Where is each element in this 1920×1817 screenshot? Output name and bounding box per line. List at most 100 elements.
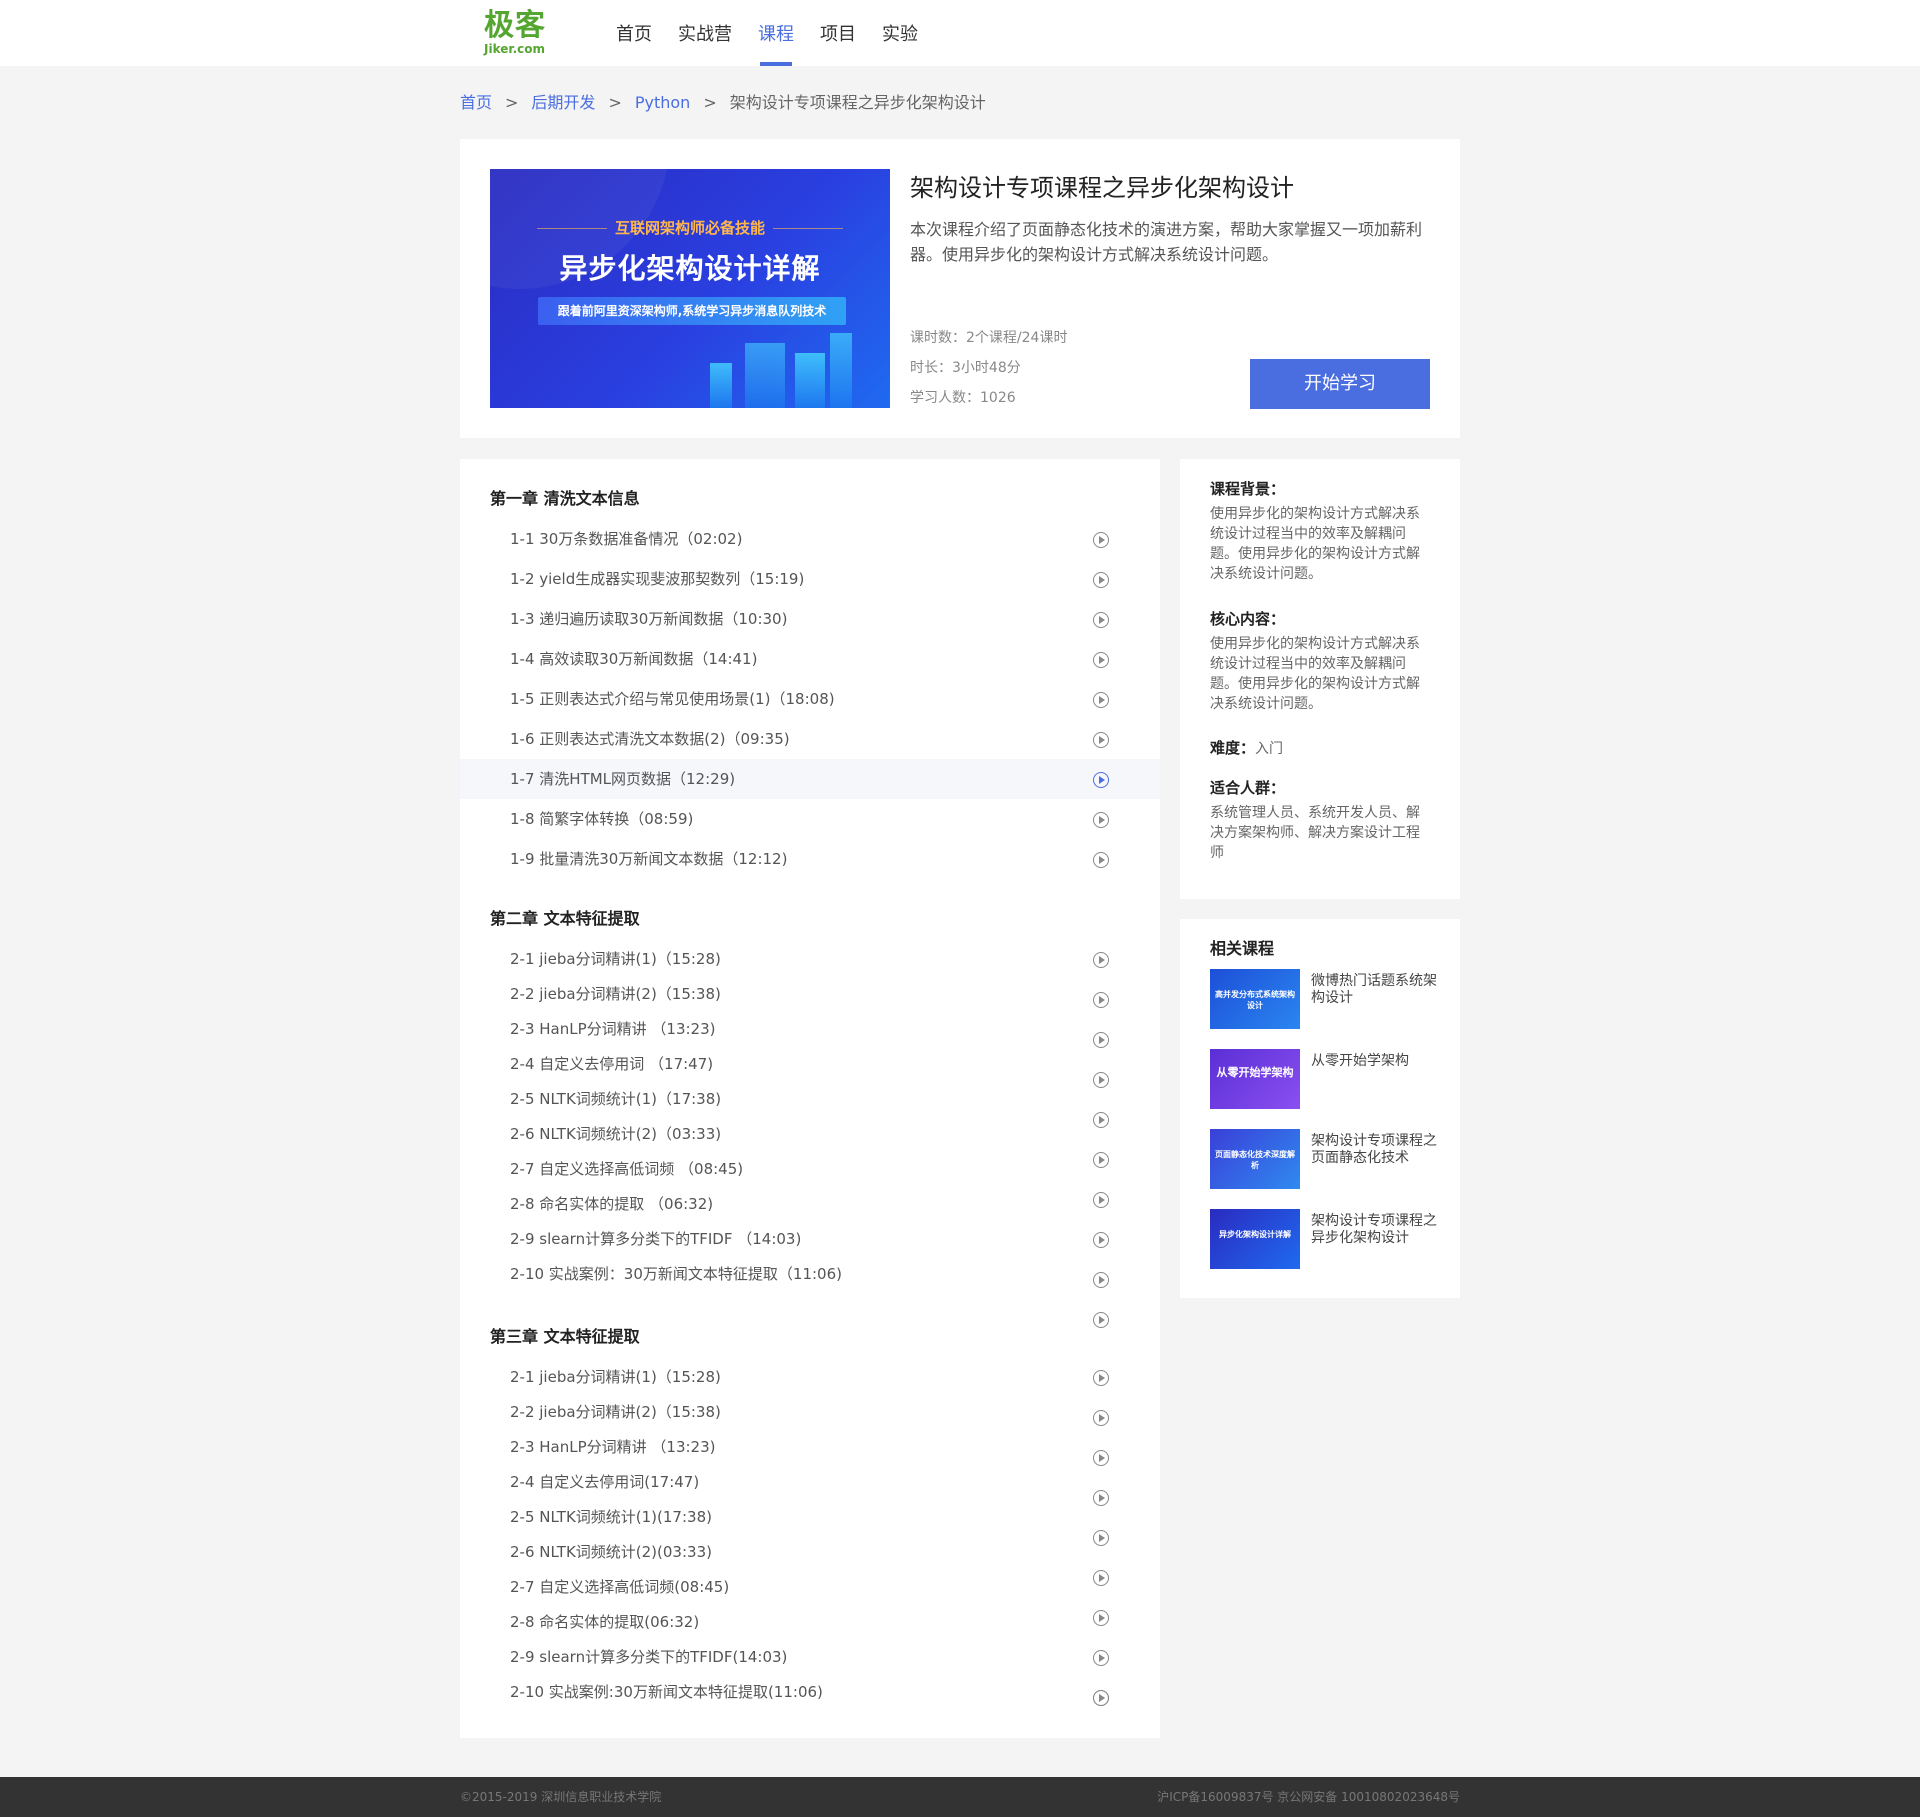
lesson-item[interactable]: 1-5 正则表达式介绍与常见使用场景(1)（18:08)	[460, 679, 1160, 719]
lesson-item[interactable]: 2-1 jieba分词精讲(1)（15:28)	[460, 939, 1160, 979]
play-icon[interactable]	[1093, 772, 1109, 788]
footer: ©2015-2019 深圳信息职业技术学院 沪ICP备16009837号 京公网…	[0, 1777, 1920, 1817]
chapter-title: 第一章 清洗文本信息	[490, 489, 640, 508]
lesson-label: 2-5 NLTK词频统计(1)(17:38)	[510, 1508, 712, 1526]
lesson-item[interactable]: 2-7 自定义选择高低词频 （08:45)	[460, 1149, 1160, 1208]
start-learning-button[interactable]: 开始学习	[1250, 359, 1430, 409]
play-icon[interactable]	[1093, 572, 1109, 588]
breadcrumb-separator: >	[608, 93, 622, 112]
difficulty-label: 难度：	[1210, 739, 1256, 757]
lesson-item[interactable]: 1-9 批量清洗30万新闻文本数据（12:12)	[460, 839, 1160, 879]
lesson-item[interactable]: 2-4 自定义去停用词 （17:47)	[460, 1044, 1160, 1088]
related-courses: 相关课程 高并发分布式系统架构设计 微博热门话题系统架构设计 从零开始学架构 从…	[1180, 919, 1460, 1298]
lesson-label: 1-4 高效读取30万新闻数据（14:41)	[510, 650, 758, 668]
audience-title: 适合人群：	[1210, 779, 1286, 797]
lesson-item[interactable]: 1-8 简繁字体转换（08:59)	[460, 799, 1160, 839]
breadcrumb: 首页 > 后期开发 > Python > 架构设计专项课程之异步化架构设计	[460, 92, 986, 114]
main-nav: 首页 实战营 课程 项目 实验	[606, 0, 934, 66]
related-course-item[interactable]: 从零开始学架构 从零开始学架构	[1210, 1049, 1440, 1109]
lesson-label: 2-5 NLTK词频统计(1)（17:38)	[510, 1090, 722, 1108]
play-icon[interactable]	[1093, 852, 1109, 868]
nav-home[interactable]: 首页	[606, 0, 662, 66]
cover-tagline: 互联网架构师必备技能	[490, 217, 890, 238]
related-course-name: 从零开始学架构	[1311, 1053, 1409, 1069]
play-icon[interactable]	[1093, 692, 1109, 708]
lesson-label: 2-6 NLTK词频统计(2)(03:33)	[510, 1543, 712, 1561]
related-course-item[interactable]: 页面静态化技术深度解析 架构设计专项课程之页面静态化技术	[1210, 1129, 1440, 1189]
lesson-item[interactable]: 2-9 slearn计算多分类下的TFIDF （14:03)	[460, 1219, 1160, 1288]
related-course-thumbnail: 异步化架构设计详解	[1210, 1209, 1300, 1269]
related-course-name: 微博热门话题系统架构设计	[1311, 973, 1437, 1006]
lesson-item[interactable]: 2-8 命名实体的提取(06:32)	[460, 1602, 1160, 1666]
lesson-item[interactable]: 2-4 自定义去停用词(17:47)	[460, 1462, 1160, 1506]
lesson-label: 1-2 yield生成器实现斐波那契数列（15:19)	[510, 570, 805, 588]
lesson-item[interactable]: 1-4 高效读取30万新闻数据（14:41)	[460, 639, 1160, 679]
lesson-item[interactable]: 2-2 jieba分词精讲(2)（15:38)	[460, 1392, 1160, 1432]
lesson-label: 2-10 实战案例：30万新闻文本特征提取（11:06)	[510, 1265, 842, 1283]
lesson-item[interactable]: 2-6 NLTK词频统计(2)(03:33)	[460, 1532, 1160, 1586]
lesson-item[interactable]: 2-5 NLTK词频统计(1)（17:38)	[460, 1079, 1160, 1128]
lesson-item[interactable]: 2-8 命名实体的提取 （06:32)	[460, 1184, 1160, 1248]
logo-domain: Jiker.com	[484, 42, 546, 56]
difficulty-value: 入门	[1255, 741, 1284, 757]
lesson-label: 2-8 命名实体的提取(06:32)	[510, 1613, 700, 1631]
lesson-item[interactable]: 2-2 jieba分词精讲(2)（15:38)	[460, 974, 1160, 1014]
play-icon[interactable]	[1093, 1370, 1109, 1386]
lesson-item[interactable]: 2-9 slearn计算多分类下的TFIDF(14:03)	[460, 1637, 1160, 1706]
core-content-text: 使用异步化的架构设计方式解决系统设计过程当中的效率及解耦问题。使用异步化的架构设…	[1210, 636, 1420, 712]
related-course-item[interactable]: 高并发分布式系统架构设计 微博热门话题系统架构设计	[1210, 969, 1440, 1029]
nav-bootcamp[interactable]: 实战营	[668, 0, 742, 66]
lesson-item-active[interactable]: 1-7 清洗HTML网页数据（12:29)	[460, 759, 1160, 799]
lesson-label: 1-1 30万条数据准备情况（02:02)	[510, 530, 743, 548]
play-icon[interactable]	[1093, 1312, 1109, 1328]
lesson-item[interactable]: 1-3 递归遍历读取30万新闻数据（10:30)	[460, 599, 1160, 639]
play-icon[interactable]	[1093, 612, 1109, 628]
lesson-item[interactable]: 2-5 NLTK词频统计(1)(17:38)	[460, 1497, 1160, 1546]
play-icon[interactable]	[1093, 952, 1109, 968]
play-icon[interactable]	[1093, 1410, 1109, 1426]
play-icon[interactable]	[1093, 1690, 1109, 1706]
nav-projects[interactable]: 项目	[810, 0, 866, 66]
lesson-label: 1-8 简繁字体转换（08:59)	[510, 810, 694, 828]
core-content-title: 核心内容：	[1210, 610, 1286, 628]
lesson-label: 2-9 slearn计算多分类下的TFIDF （14:03)	[510, 1230, 802, 1248]
logo-text: 极客	[484, 8, 546, 43]
lesson-item[interactable]: 2-10 实战案例:30万新闻文本特征提取(11:06)	[460, 1672, 1160, 1712]
lesson-item[interactable]: 2-6 NLTK词频统计(2)（03:33)	[460, 1114, 1160, 1168]
breadcrumb-python[interactable]: Python	[635, 92, 690, 114]
play-icon[interactable]	[1093, 652, 1109, 668]
nav-labs[interactable]: 实验	[872, 0, 928, 66]
play-icon[interactable]	[1093, 732, 1109, 748]
lesson-item[interactable]: 1-1 30万条数据准备情况（02:02)	[460, 519, 1160, 559]
cover-illustration	[700, 323, 860, 408]
lesson-label: 1-3 递归遍历读取30万新闻数据（10:30)	[510, 610, 788, 628]
cover-title: 异步化架构设计详解	[559, 252, 821, 285]
breadcrumb-backend[interactable]: 后期开发	[531, 92, 595, 114]
course-info-card: 互联网架构师必备技能 异步化架构设计详解 跟着前阿里资深架构师,系统学习异步消息…	[460, 139, 1460, 438]
related-course-name: 架构设计专项课程之页面静态化技术	[1311, 1133, 1437, 1166]
audience-text: 系统管理人员、系统开发人员、解决方案架构师、解决方案设计工程师	[1210, 805, 1420, 861]
nav-courses[interactable]: 课程	[748, 0, 804, 66]
lesson-label: 2-10 实战案例:30万新闻文本特征提取(11:06)	[510, 1683, 823, 1701]
lesson-label: 2-4 自定义去停用词(17:47)	[510, 1473, 700, 1491]
lesson-label: 2-1 jieba分词精讲(1)（15:28)	[510, 950, 721, 968]
chapter-title: 第二章 文本特征提取	[490, 909, 640, 928]
lesson-item[interactable]: 2-1 jieba分词精讲(1)（15:28)	[460, 1357, 1160, 1397]
related-course-item[interactable]: 异步化架构设计详解 架构设计专项课程之异步化架构设计	[1210, 1209, 1440, 1269]
play-icon[interactable]	[1093, 812, 1109, 828]
lesson-item[interactable]: 2-3 HanLP分词精讲 （13:23)	[460, 1427, 1160, 1467]
breadcrumb-home[interactable]: 首页	[460, 92, 492, 114]
lesson-item[interactable]: 1-6 正则表达式清洗文本数据(2)（09:35)	[460, 719, 1160, 759]
course-description: 本次课程介绍了页面静态化技术的演进方案，帮助大家掌握又一项加薪利器。使用异步化的…	[910, 220, 1423, 264]
logo[interactable]: 极客 Jiker.com	[484, 8, 554, 57]
play-icon[interactable]	[1093, 992, 1109, 1008]
icp-record: 沪ICP备16009837号 京公网安备 10010802023648号	[1157, 1790, 1460, 1804]
lesson-label: 2-3 HanLP分词精讲 （13:23)	[510, 1020, 716, 1038]
play-icon[interactable]	[1093, 532, 1109, 548]
lesson-item[interactable]: 2-3 HanLP分词精讲 （13:23)	[460, 1009, 1160, 1049]
top-navbar: 极客 Jiker.com 首页 实战营 课程 项目 实验	[0, 0, 1920, 66]
breadcrumb-current: 架构设计专项课程之异步化架构设计	[729, 93, 986, 112]
lesson-item[interactable]: 2-10 实战案例：30万新闻文本特征提取（11:06)	[460, 1254, 1160, 1328]
lesson-item[interactable]: 1-2 yield生成器实现斐波那契数列（15:19)	[460, 559, 1160, 599]
lesson-item[interactable]: 2-7 自定义选择高低词频(08:45)	[460, 1567, 1160, 1626]
